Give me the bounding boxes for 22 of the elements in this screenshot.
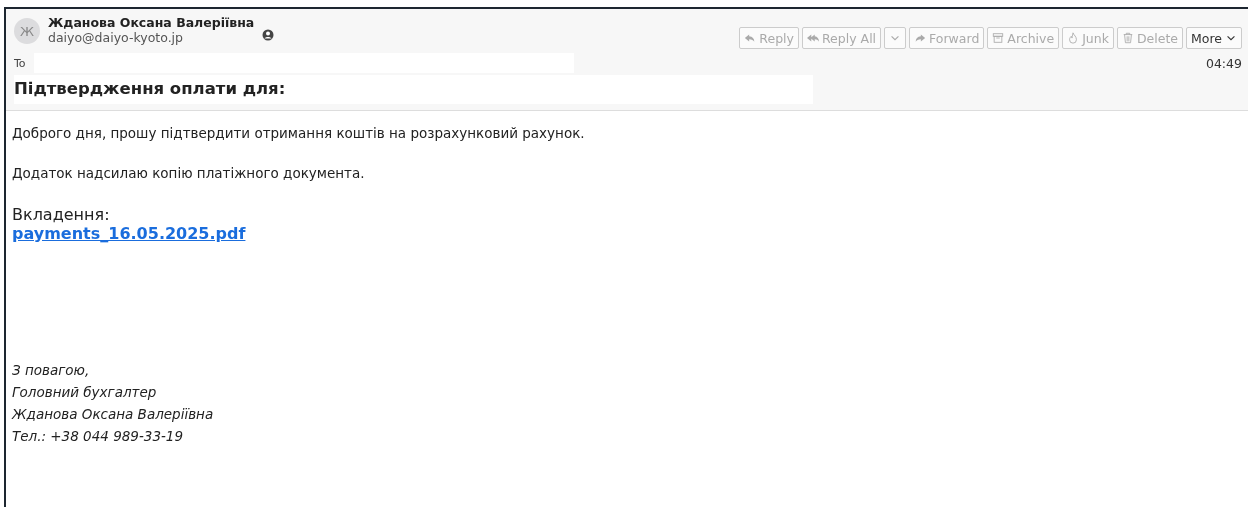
reply-all-arrow-icon [807,32,819,44]
message-subject: Підтвердження оплати для: [14,75,813,104]
to-label: To [14,56,26,70]
message-time: 04:49 [1205,55,1242,71]
attachment-link[interactable]: payments_16.05.2025.pdf [12,224,246,243]
archive-box-icon [992,32,1005,44]
forward-arrow-icon [914,32,927,44]
body-paragraph: Доброго дня, прошу підтвердити отримання коштів на розрахунковий рахунок. [12,125,586,141]
more-button[interactable]: More [1186,27,1242,49]
body-paragraph: Додаток надсилаю копію платіжного документа. [12,165,366,181]
flame-icon [1067,32,1080,44]
avatar: Ж [14,18,40,44]
signature-line: Головний бухгалтер [12,383,158,402]
signature-line: Тел.: +38 044 989-33-19 [12,427,185,446]
signature-line: Жданова Оксана Валеріївна [12,405,215,424]
sender-email: daiyo@daiyo-kyoto.jp [48,30,185,45]
signature-line: З повагою, [12,361,91,380]
contact-icon[interactable] [262,29,275,41]
sender-name: Жданова Оксана Валеріївна [48,15,255,30]
reply-arrow-icon [744,32,757,44]
attachments-label: Вкладення: [12,205,111,224]
trash-icon [1121,32,1134,44]
